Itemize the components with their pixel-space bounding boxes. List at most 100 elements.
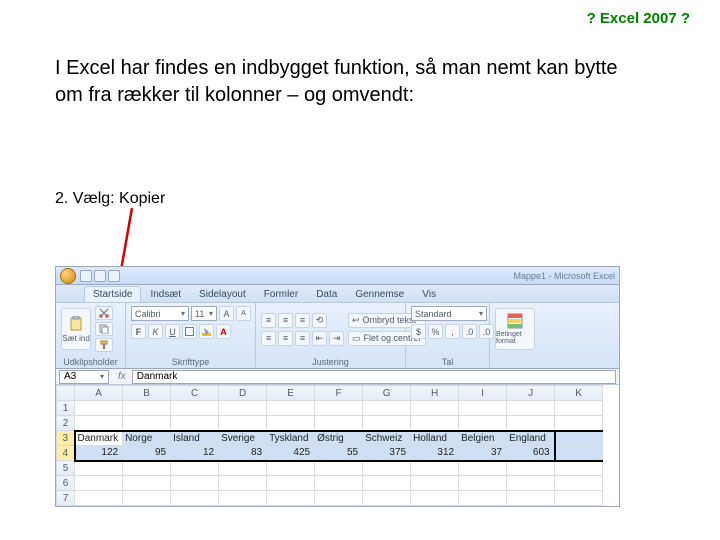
cell[interactable] bbox=[267, 401, 315, 416]
tab-startside[interactable]: Startside bbox=[84, 286, 141, 302]
cell[interactable] bbox=[219, 491, 267, 506]
cell[interactable] bbox=[315, 401, 363, 416]
col-header[interactable]: B bbox=[123, 386, 171, 401]
cell[interactable] bbox=[123, 491, 171, 506]
cell[interactable] bbox=[75, 491, 123, 506]
table-row[interactable]: 41229512834255537531237603 bbox=[57, 446, 603, 461]
fx-icon[interactable]: fx bbox=[112, 371, 132, 382]
shrink-font-button[interactable]: A bbox=[236, 306, 251, 321]
inc-decimal-button[interactable]: .0 bbox=[462, 324, 477, 339]
cell[interactable]: Norge bbox=[123, 431, 171, 446]
cell[interactable] bbox=[75, 401, 123, 416]
cell[interactable]: Schweiz bbox=[363, 431, 411, 446]
bold-button[interactable]: F bbox=[131, 324, 146, 339]
cell[interactable] bbox=[507, 461, 555, 476]
cell[interactable] bbox=[363, 416, 411, 431]
tab-formler[interactable]: Formler bbox=[255, 286, 307, 302]
number-format-select[interactable]: Standard▾ bbox=[411, 306, 487, 321]
cells-grid[interactable]: ABCDEFGHIJK123DanmarkNorgeIslandSverigeT… bbox=[56, 385, 603, 506]
col-header[interactable]: I bbox=[459, 386, 507, 401]
cell[interactable] bbox=[171, 401, 219, 416]
cell[interactable] bbox=[171, 491, 219, 506]
cell[interactable] bbox=[507, 476, 555, 491]
cell[interactable] bbox=[267, 416, 315, 431]
format-painter-button[interactable] bbox=[95, 338, 113, 352]
cell[interactable] bbox=[123, 416, 171, 431]
cell[interactable] bbox=[411, 476, 459, 491]
cell[interactable] bbox=[411, 416, 459, 431]
cell[interactable]: 122 bbox=[75, 446, 123, 461]
qat-redo-icon[interactable] bbox=[108, 270, 120, 282]
cell[interactable] bbox=[171, 416, 219, 431]
indent-inc-button[interactable]: ⇥ bbox=[329, 331, 344, 346]
cell[interactable] bbox=[315, 491, 363, 506]
col-header[interactable]: C bbox=[171, 386, 219, 401]
cell[interactable] bbox=[507, 416, 555, 431]
fill-color-button[interactable] bbox=[199, 324, 214, 339]
cell[interactable]: 37 bbox=[459, 446, 507, 461]
grow-font-button[interactable]: A bbox=[219, 306, 234, 321]
cell[interactable]: Tyskland bbox=[267, 431, 315, 446]
cell[interactable] bbox=[555, 431, 603, 446]
font-name-select[interactable]: Calibri▾ bbox=[131, 306, 189, 321]
cell[interactable] bbox=[267, 461, 315, 476]
cell[interactable] bbox=[315, 461, 363, 476]
cell[interactable]: Holland bbox=[411, 431, 459, 446]
cell[interactable] bbox=[507, 491, 555, 506]
cell[interactable] bbox=[411, 461, 459, 476]
cell[interactable]: Belgien bbox=[459, 431, 507, 446]
percent-button[interactable]: % bbox=[428, 324, 443, 339]
formula-input[interactable]: Danmark bbox=[132, 370, 616, 384]
cell[interactable] bbox=[363, 491, 411, 506]
indent-dec-button[interactable]: ⇤ bbox=[312, 331, 327, 346]
qat-undo-icon[interactable] bbox=[94, 270, 106, 282]
col-header[interactable]: A bbox=[75, 386, 123, 401]
qat-save-icon[interactable] bbox=[80, 270, 92, 282]
row-header[interactable]: 5 bbox=[57, 461, 75, 476]
cell[interactable] bbox=[363, 461, 411, 476]
row-header[interactable]: 7 bbox=[57, 491, 75, 506]
cell[interactable] bbox=[555, 446, 603, 461]
cell[interactable]: 83 bbox=[219, 446, 267, 461]
font-size-select[interactable]: 11▾ bbox=[191, 306, 217, 321]
cell[interactable]: 12 bbox=[171, 446, 219, 461]
cell[interactable]: Østrig bbox=[315, 431, 363, 446]
cell[interactable] bbox=[219, 476, 267, 491]
cell[interactable] bbox=[315, 416, 363, 431]
table-row[interactable]: 5 bbox=[57, 461, 603, 476]
cell[interactable]: 95 bbox=[123, 446, 171, 461]
cell[interactable] bbox=[75, 416, 123, 431]
col-header[interactable]: D bbox=[219, 386, 267, 401]
cell[interactable] bbox=[555, 401, 603, 416]
col-header[interactable]: G bbox=[363, 386, 411, 401]
align-top-button[interactable]: ≡ bbox=[261, 313, 276, 328]
row-header[interactable]: 6 bbox=[57, 476, 75, 491]
align-bottom-button[interactable]: ≡ bbox=[295, 313, 310, 328]
cell[interactable] bbox=[459, 461, 507, 476]
comma-button[interactable]: , bbox=[445, 324, 460, 339]
align-middle-button[interactable]: ≡ bbox=[278, 313, 293, 328]
cell[interactable]: Sverige bbox=[219, 431, 267, 446]
cell[interactable] bbox=[363, 476, 411, 491]
currency-button[interactable]: $ bbox=[411, 324, 426, 339]
cell[interactable] bbox=[315, 476, 363, 491]
table-row[interactable]: 1 bbox=[57, 401, 603, 416]
cell[interactable]: Danmark bbox=[75, 431, 123, 446]
cell[interactable] bbox=[171, 461, 219, 476]
cell[interactable] bbox=[555, 416, 603, 431]
tab-indsaet[interactable]: Indsæt bbox=[141, 286, 190, 302]
cell[interactable] bbox=[123, 401, 171, 416]
border-button[interactable] bbox=[182, 324, 197, 339]
cut-button[interactable] bbox=[95, 306, 113, 320]
quick-access-toolbar[interactable] bbox=[80, 270, 120, 282]
cell[interactable] bbox=[267, 476, 315, 491]
copy-button[interactable] bbox=[95, 322, 113, 336]
col-header[interactable]: E bbox=[267, 386, 315, 401]
cell[interactable]: Island bbox=[171, 431, 219, 446]
col-header[interactable]: F bbox=[315, 386, 363, 401]
col-header[interactable]: H bbox=[411, 386, 459, 401]
cell[interactable] bbox=[123, 476, 171, 491]
col-header[interactable]: J bbox=[507, 386, 555, 401]
cell[interactable] bbox=[459, 491, 507, 506]
row-header[interactable]: 3 bbox=[57, 431, 75, 446]
